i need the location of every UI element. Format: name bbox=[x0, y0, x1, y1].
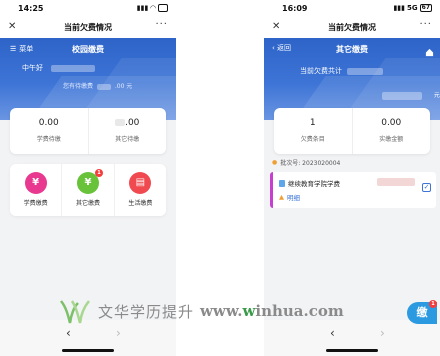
select-checkbox[interactable]: ✓ bbox=[422, 183, 431, 192]
signal-icon: ▮▮▮ bbox=[393, 4, 406, 12]
phone-screen-left: 14:25 ▮▮▮ ◠ ✕ 当前欠费情况 ··· ☰ 菜单 校园缴费 中午好 您… bbox=[0, 0, 176, 356]
nav-bar: ✕ 当前欠费情况 ··· bbox=[264, 18, 440, 38]
tuition-payment-button[interactable]: ¥ 学费缴费 bbox=[10, 164, 61, 216]
stat-paid-amount: 0.00 实缴金额 bbox=[351, 108, 431, 154]
forward-arrow-icon[interactable]: › bbox=[380, 326, 385, 340]
status-icons: ▮▮▮ ◠ bbox=[137, 4, 168, 12]
stat-due-items: 1 欠费条目 bbox=[300, 118, 325, 143]
home-indicator[interactable] bbox=[62, 349, 114, 352]
wallet-icon: ▤ bbox=[129, 172, 152, 194]
status-time: 14:25 bbox=[18, 4, 44, 13]
status-bar: 16:09 ▮▮▮ 5G 67 bbox=[264, 0, 440, 18]
back-arrow-icon[interactable]: ‹ bbox=[66, 326, 71, 340]
back-arrow-icon[interactable]: ‹ bbox=[330, 326, 335, 340]
yuan-icon: ¥ bbox=[24, 172, 47, 194]
notification-badge: 1 bbox=[429, 300, 437, 308]
document-icon bbox=[279, 179, 285, 187]
nav-bar: ✕ 当前欠费情况 ··· bbox=[0, 18, 176, 38]
wifi-icon: ◠ bbox=[150, 4, 156, 12]
batch-number: ● 批次号: 2023020004 bbox=[272, 159, 341, 167]
greeting-text: 中午好 bbox=[22, 63, 96, 73]
other-payment-button[interactable]: ¥ 1 其它缴费 bbox=[61, 164, 113, 216]
page-title: 校园缴费 bbox=[72, 45, 104, 54]
more-icon[interactable]: ··· bbox=[155, 19, 168, 30]
status-bar: 14:25 ▮▮▮ ◠ bbox=[0, 0, 176, 18]
total-due-amount: 元 bbox=[382, 90, 440, 100]
page-title: 其它缴费 bbox=[336, 45, 368, 54]
pin-icon: ● bbox=[272, 159, 278, 166]
pay-icon: 缴 bbox=[416, 306, 428, 319]
browser-bottom-nav: ‹ › bbox=[264, 320, 440, 356]
detail-icon: ▲ bbox=[279, 193, 284, 201]
total-due-label: 当前欠费共计 bbox=[300, 66, 384, 76]
living-payment-button[interactable]: ▤ 生活缴费 bbox=[113, 164, 166, 216]
fee-item-card[interactable]: 继续教育学院学费 ▲ 明细 ✓ bbox=[270, 172, 436, 208]
stat-other-due[interactable]: .00 其它待缴 bbox=[87, 108, 167, 154]
forward-arrow-icon[interactable]: › bbox=[116, 326, 121, 340]
more-icon[interactable]: ··· bbox=[419, 19, 432, 30]
nav-title: 当前欠费情况 bbox=[328, 23, 376, 32]
yuan-icon: ¥ 1 bbox=[76, 169, 103, 194]
detail-link[interactable]: ▲ 明细 bbox=[279, 192, 300, 202]
status-time: 16:09 bbox=[282, 4, 308, 13]
stats-card: 1 欠费条目 0.00 实缴金额 bbox=[274, 108, 430, 154]
battery-icon: 67 bbox=[419, 4, 432, 12]
browser-bottom-nav: ‹ › bbox=[0, 320, 176, 356]
network-type: 5G bbox=[407, 4, 418, 12]
stats-card: 0.00 学费待缴 .00 其它待缴 bbox=[10, 108, 166, 154]
notification-badge: 1 bbox=[94, 169, 103, 177]
stat-tuition-due[interactable]: 0.00 学费待缴 bbox=[10, 108, 88, 154]
signal-icon: ▮▮▮ bbox=[136, 4, 149, 12]
status-icons: ▮▮▮ 5G 67 bbox=[393, 4, 432, 12]
battery-icon bbox=[157, 4, 168, 12]
home-icon[interactable] bbox=[425, 42, 434, 61]
home-indicator[interactable] bbox=[326, 349, 378, 352]
floating-pay-button[interactable]: 缴 1 bbox=[407, 300, 437, 324]
pending-amount-text: 您有待缴费 .00 元 bbox=[63, 83, 133, 90]
fee-item-title: 继续教育学院学费 bbox=[279, 178, 340, 188]
fee-item-amount bbox=[377, 178, 415, 186]
nav-title: 当前欠费情况 bbox=[64, 23, 112, 32]
payment-grid: ¥ 学费缴费 ¥ 1 其它缴费 ▤ 生活缴费 bbox=[10, 164, 166, 216]
